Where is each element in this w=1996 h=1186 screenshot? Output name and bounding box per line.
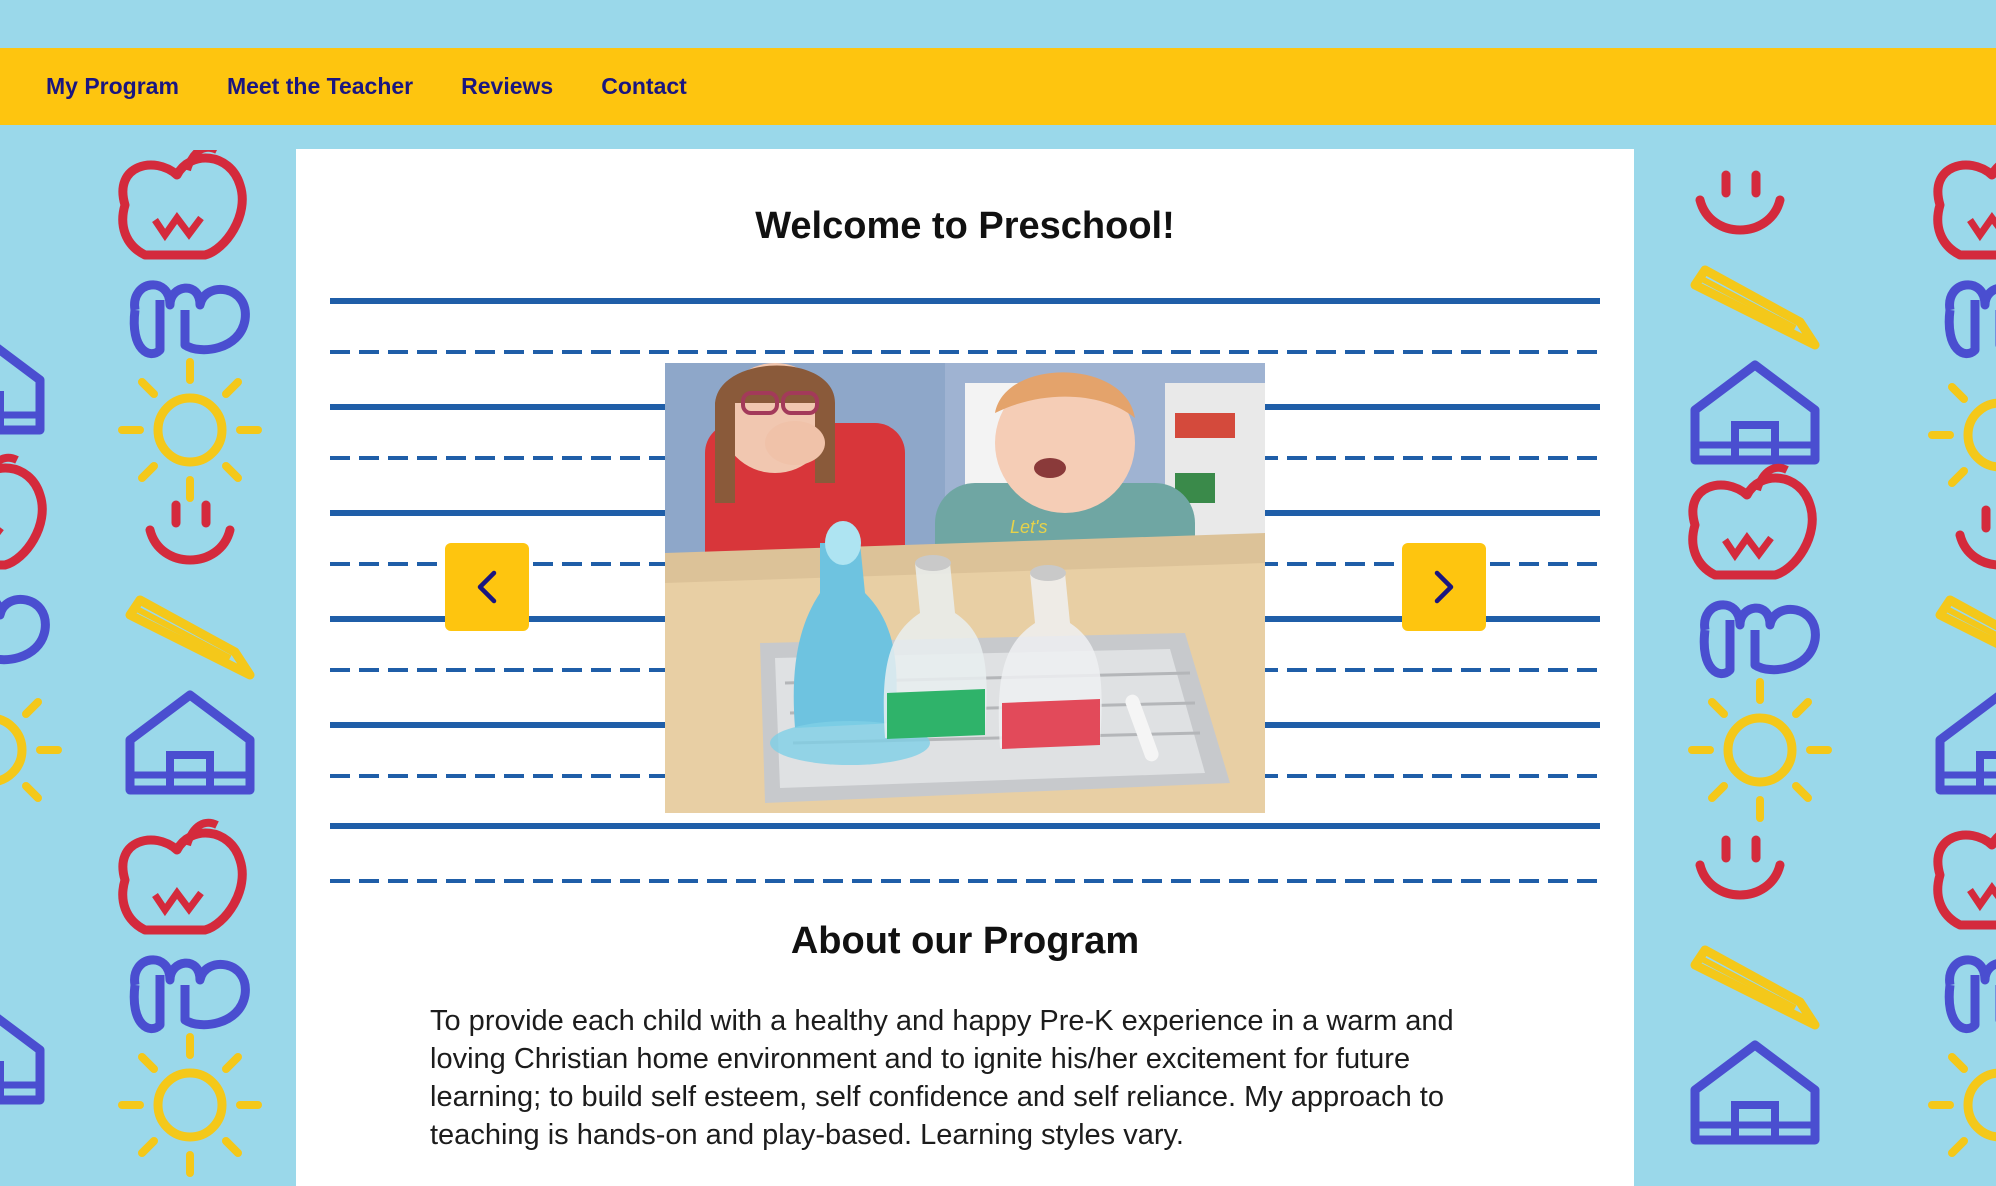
nav-item-reviews[interactable]: Reviews: [461, 73, 553, 100]
slideshow-image: Let's GLOW: [665, 363, 1265, 813]
slideshow-prev-button[interactable]: [445, 543, 529, 631]
page-title: Welcome to Preschool!: [755, 205, 1175, 247]
left-edge-doodles: [0, 150, 70, 1186]
nav-item-contact[interactable]: Contact: [601, 73, 687, 100]
chevron-right-icon: [1434, 570, 1454, 604]
right-edge-doodles: [1900, 150, 1996, 1186]
chevron-left-icon: [477, 570, 497, 604]
nav-menu: My Program Meet the Teacher Reviews Cont…: [0, 73, 735, 100]
doodle-pattern-right: [1660, 150, 1860, 1186]
doodle-pattern-left-edge: [0, 150, 70, 1186]
nav-item-meet-the-teacher[interactable]: Meet the Teacher: [227, 73, 413, 100]
right-doodle-column: [1660, 150, 1860, 1186]
about-body-text: To provide each child with a healthy and…: [430, 1005, 1454, 1151]
svg-text:Let's: Let's: [1010, 517, 1047, 537]
top-nav-bar: My Program Meet the Teacher Reviews Cont…: [0, 48, 1996, 125]
nav-item-my-program[interactable]: My Program: [46, 73, 179, 100]
slide-photo-bottle-experiment: Let's GLOW: [665, 363, 1265, 813]
about-heading: About our Program: [790, 920, 1140, 962]
doodle-pattern-right-edge: [1900, 150, 1996, 1186]
slideshow-next-button[interactable]: [1402, 543, 1486, 631]
